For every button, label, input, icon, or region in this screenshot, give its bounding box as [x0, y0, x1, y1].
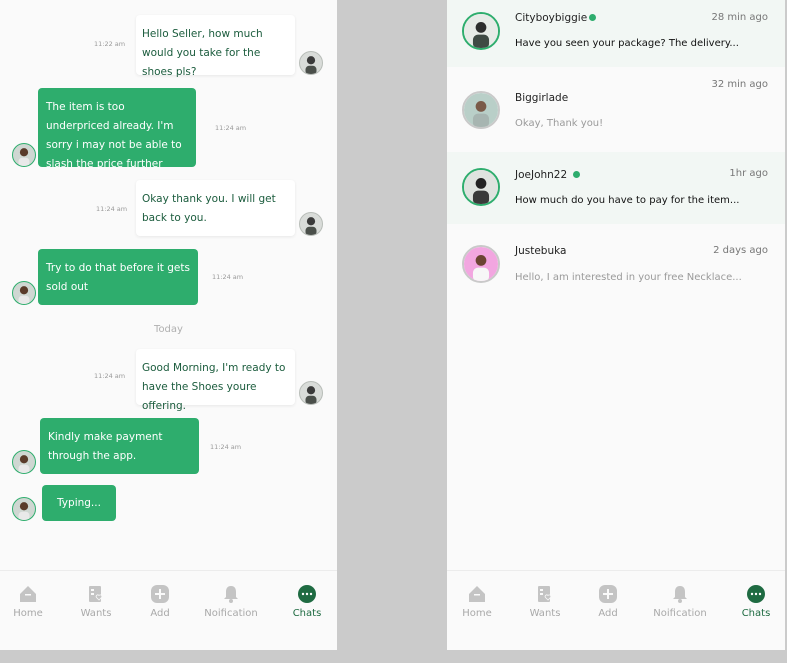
message-time: 11:24 am [94, 372, 126, 380]
chat-bubble-icon [298, 585, 316, 603]
conversation-name: Biggirlade [515, 92, 569, 104]
buyer-avatar [12, 450, 36, 474]
nav-label: Chats [292, 608, 322, 619]
nav-home[interactable]: Home [447, 584, 507, 619]
conversation-item[interactable]: 32 min ago Biggirlade Okay, Thank you! [447, 71, 785, 143]
nav-label: Noification [204, 608, 258, 619]
add-icon [599, 585, 617, 603]
wishlist-icon [89, 586, 103, 602]
user-avatar [462, 12, 500, 50]
conversation-preview: Hello, I am interested in your free Neck… [515, 272, 742, 283]
message-bubble-outgoing: Okay thank you. I will get back to you. [136, 180, 295, 236]
online-indicator [589, 14, 596, 21]
conversation-name: Cityboybiggie [515, 12, 588, 24]
chat-panel: 11:22 am Hello Seller, how much would yo… [0, 0, 337, 650]
message-bubble-incoming: Kindly make payment through the app. [40, 418, 199, 474]
bell-icon [224, 586, 238, 603]
nav-add[interactable]: Add [578, 584, 638, 619]
conversation-item[interactable]: Cityboybiggie 28 min ago Have you seen y… [447, 0, 785, 67]
seller-avatar [299, 51, 323, 75]
message-bubble-outgoing: Good Morning, I'm ready to have the Shoe… [136, 349, 295, 412]
conversation-list-panel: Cityboybiggie 28 min ago Have you seen y… [447, 0, 785, 650]
bottom-nav: Home Wants Add Noification Chats [447, 570, 785, 650]
conversation-preview: Okay, Thank you! [515, 118, 604, 129]
date-divider: Today [154, 324, 183, 335]
nav-label: Add [150, 608, 170, 619]
nav-notification[interactable]: Noification [201, 584, 261, 619]
nav-label: Chats [741, 608, 771, 619]
user-avatar [462, 91, 500, 129]
message-bubble-outgoing: Hello Seller, how much would you take fo… [136, 15, 295, 78]
nav-chats[interactable]: Chats [277, 584, 337, 619]
conversation-time: 1hr ago [729, 168, 768, 179]
wishlist-icon [538, 586, 552, 602]
message-time: 11:24 am [212, 273, 244, 281]
nav-label: Noification [653, 608, 707, 619]
add-icon [151, 585, 169, 603]
home-icon [469, 586, 485, 602]
nav-add[interactable]: Add [130, 584, 190, 619]
nav-label: Add [598, 608, 618, 619]
buyer-avatar [12, 497, 36, 521]
online-indicator [573, 171, 580, 178]
conversation-name: Justebuka [515, 245, 567, 257]
nav-chats[interactable]: Chats [726, 584, 785, 619]
user-avatar [462, 168, 500, 206]
conversation-time: 28 min ago [711, 12, 768, 23]
nav-wants[interactable]: Wants [66, 584, 126, 619]
message-time: 11:24 am [210, 443, 242, 451]
message-time: 11:24 am [96, 205, 128, 213]
conversation-preview: How much do you have to pay for the item… [515, 195, 740, 206]
buyer-avatar [12, 281, 36, 305]
message-bubble-incoming: Try to do that before it gets sold out [38, 249, 198, 305]
conversation-time: 2 days ago [713, 245, 768, 256]
message-time: 11:22 am [94, 40, 126, 48]
typing-indicator: Typing... [42, 485, 116, 521]
nav-wants[interactable]: Wants [515, 584, 575, 619]
nav-label: Home [13, 608, 43, 619]
conversation-item[interactable]: JoeJohn22 1hr ago How much do you have t… [447, 152, 785, 224]
message-bubble-incoming: The item is too underpriced already. I'm… [38, 88, 196, 170]
nav-label: Wants [529, 608, 561, 619]
message-time: 11:24 am [215, 124, 247, 132]
conversation-name: JoeJohn22 [515, 169, 568, 181]
bell-icon [673, 586, 687, 603]
conversation-time: 32 min ago [711, 79, 768, 90]
nav-home[interactable]: Home [0, 584, 58, 619]
user-avatar [462, 245, 500, 283]
conversation-preview: Have you seen your package? The delivery… [515, 38, 739, 49]
seller-avatar [299, 381, 323, 405]
conversation-item[interactable]: Justebuka 2 days ago Hello, I am interes… [447, 227, 785, 299]
buyer-avatar [12, 143, 36, 167]
nav-label: Wants [80, 608, 112, 619]
seller-avatar [299, 212, 323, 236]
nav-notification[interactable]: Noification [650, 584, 710, 619]
chat-bubble-icon [747, 585, 765, 603]
bottom-nav: Home Wants Add Noification Chats [0, 570, 337, 650]
home-icon [20, 586, 36, 602]
nav-label: Home [462, 608, 492, 619]
